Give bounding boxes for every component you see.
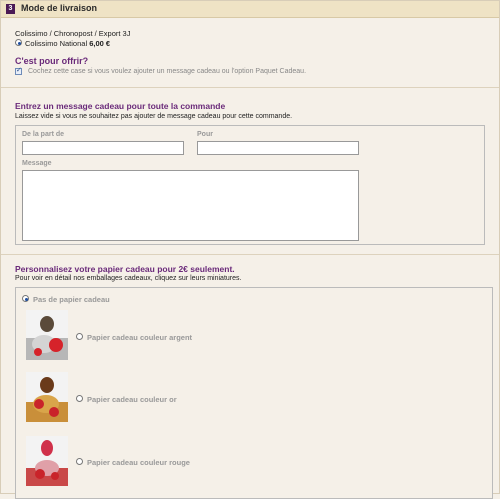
- message-textarea[interactable]: [22, 170, 359, 241]
- from-label: De la part de: [22, 131, 65, 138]
- gift-title: C'est pour offrir?: [15, 56, 89, 66]
- to-label: Pour: [197, 131, 213, 138]
- red-paper-thumbnail[interactable]: [26, 436, 68, 486]
- gift-paper-description: Pour voir en détail nos emballages cadea…: [15, 275, 242, 282]
- section-header: 3 Mode de livraison: [1, 1, 499, 18]
- gift-paper-fieldset: Pas de papier cadeau Papier cadeau coule…: [15, 287, 493, 499]
- gold-paper-radio[interactable]: [76, 395, 83, 402]
- step-number-badge: 3: [6, 4, 15, 14]
- gold-paper-thumbnail[interactable]: [26, 372, 68, 422]
- gift-paper-title: Personnalisez votre papier cadeau pour 2…: [15, 264, 235, 274]
- from-input[interactable]: [22, 141, 184, 155]
- shipping-option-price: 6,00 €: [89, 39, 111, 48]
- silver-paper-thumbnail[interactable]: [26, 310, 68, 360]
- silver-paper-label: Papier cadeau couleur argent: [87, 333, 193, 342]
- shipping-option-name: Colissimo National: [25, 39, 88, 48]
- section-title: Mode de livraison: [21, 3, 98, 13]
- to-input[interactable]: [197, 141, 359, 155]
- gold-paper-label: Papier cadeau couleur or: [87, 395, 177, 404]
- shipping-option-radio[interactable]: [15, 39, 22, 46]
- red-paper-radio[interactable]: [76, 458, 83, 465]
- gift-message-title: Entrez un message cadeau pour toute la c…: [15, 101, 226, 111]
- message-label: Message: [22, 160, 52, 167]
- divider: [1, 87, 499, 88]
- gift-message-fieldset: De la part de Pour Message: [15, 125, 485, 245]
- carrier-label: Colissimo / Chronopost / Export 3J: [15, 29, 131, 38]
- gift-checkbox-label: Cochez cette case si vous voulez ajouter…: [28, 68, 307, 75]
- delivery-mode-panel: 3 Mode de livraison Colissimo / Chronopo…: [0, 0, 500, 499]
- silver-paper-radio[interactable]: [76, 333, 83, 340]
- no-paper-label: Pas de papier cadeau: [33, 295, 110, 304]
- gift-message-description: Laissez vide si vous ne souhaitez pas aj…: [15, 113, 293, 120]
- shipping-option-label[interactable]: Colissimo National 6,00 €: [25, 39, 110, 48]
- no-paper-radio[interactable]: [22, 295, 29, 302]
- gift-checkbox[interactable]: [15, 66, 22, 75]
- red-paper-label: Papier cadeau couleur rouge: [87, 458, 190, 467]
- divider: [1, 254, 499, 255]
